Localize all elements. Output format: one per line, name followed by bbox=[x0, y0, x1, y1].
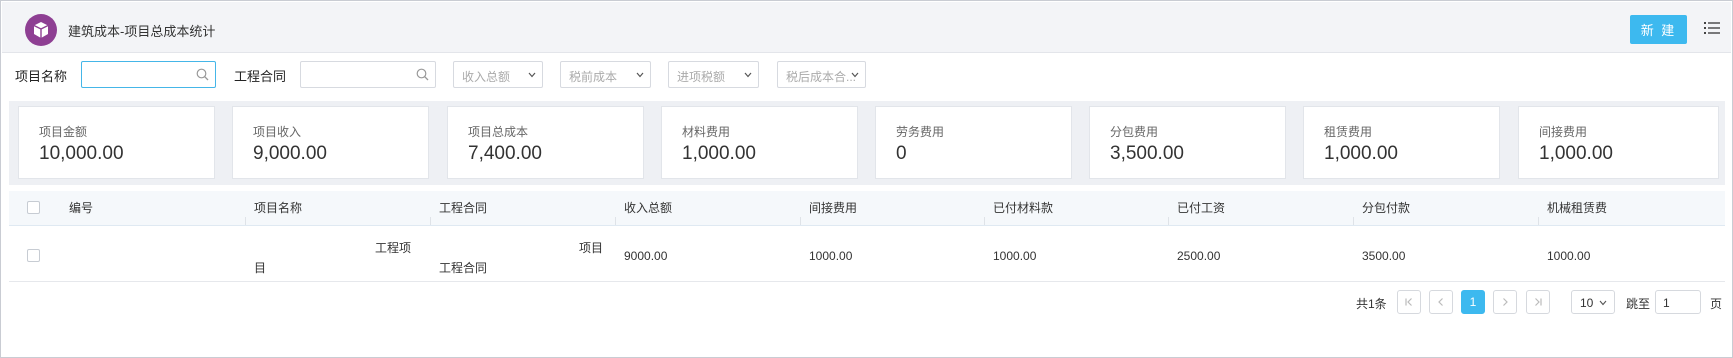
cell-contract-wrap: 工程合同 bbox=[439, 261, 488, 275]
search-icon[interactable] bbox=[416, 68, 429, 81]
chevron-left-icon bbox=[1438, 298, 1443, 306]
column-header: 已付材料款 bbox=[993, 201, 1054, 215]
column-divider[interactable] bbox=[1168, 217, 1169, 225]
card-project-income: 项目收入 9,000.00 bbox=[232, 106, 429, 179]
column-header: 已付工资 bbox=[1177, 201, 1226, 215]
contract-input[interactable] bbox=[300, 61, 436, 88]
column-header: 收入总额 bbox=[624, 201, 673, 215]
chevron-down-icon bbox=[744, 72, 752, 78]
column-header: 机械租赁费 bbox=[1547, 201, 1608, 215]
page-title: 建筑成本-项目总成本统计 bbox=[68, 24, 216, 39]
card-labor-cost: 劳务费用 0 bbox=[875, 106, 1072, 179]
pretax-cost-select[interactable]: 税前成本 bbox=[560, 61, 651, 88]
app-window: 建筑成本-项目总成本统计 新 建 项目名称 工程合同 收入总额 税前成本 进项税… bbox=[0, 0, 1733, 358]
column-divider[interactable] bbox=[1538, 217, 1539, 225]
card-rental-cost: 租赁费用 1,000.00 bbox=[1303, 106, 1500, 179]
cell-machine-rent: 1000.00 bbox=[1547, 249, 1591, 263]
cell-subcontract-paid: 3500.00 bbox=[1362, 249, 1406, 263]
last-page-icon bbox=[1535, 298, 1542, 306]
total-count: 共1条 bbox=[1356, 297, 1387, 311]
contract-label: 工程合同 bbox=[234, 69, 287, 84]
chevron-right-icon bbox=[1503, 298, 1508, 306]
cell-indirect: 1000.00 bbox=[809, 249, 853, 263]
page-header: 建筑成本-项目总成本统计 新 建 bbox=[2, 2, 1731, 53]
last-page-button[interactable] bbox=[1526, 290, 1550, 314]
prev-page-button[interactable] bbox=[1429, 290, 1453, 314]
chevron-down-icon bbox=[851, 72, 859, 78]
jump-label: 跳至 bbox=[1626, 297, 1651, 311]
column-divider[interactable] bbox=[430, 217, 431, 225]
search-icon[interactable] bbox=[196, 68, 209, 81]
page-number-button[interactable]: 1 bbox=[1461, 290, 1485, 314]
column-divider[interactable] bbox=[615, 217, 616, 225]
input-tax-select[interactable]: 进项税额 bbox=[668, 61, 759, 88]
list-icon[interactable] bbox=[1704, 21, 1720, 35]
cell-project-name-wrap: 目 bbox=[254, 261, 267, 275]
column-header: 工程合同 bbox=[439, 201, 488, 215]
column-divider[interactable] bbox=[800, 217, 801, 225]
cell-material-paid: 1000.00 bbox=[993, 249, 1037, 263]
chevron-down-icon bbox=[636, 72, 644, 78]
new-button[interactable]: 新 建 bbox=[1630, 15, 1687, 44]
card-project-amount: 项目金额 10,000.00 bbox=[18, 106, 215, 179]
chevron-down-icon bbox=[528, 72, 536, 78]
first-page-icon bbox=[1405, 298, 1412, 306]
card-subcontract-cost: 分包费用 3,500.00 bbox=[1089, 106, 1286, 179]
cell-wages-paid: 2500.00 bbox=[1177, 249, 1221, 263]
column-header: 间接费用 bbox=[809, 201, 858, 215]
select-all-checkbox[interactable] bbox=[27, 201, 40, 214]
next-page-button[interactable] bbox=[1493, 290, 1517, 314]
card-material-cost: 材料费用 1,000.00 bbox=[661, 106, 858, 179]
jump-page-input[interactable]: 1 bbox=[1655, 290, 1701, 314]
column-divider[interactable] bbox=[245, 217, 246, 225]
card-total-cost: 项目总成本 7,400.00 bbox=[447, 106, 644, 179]
chevron-down-icon bbox=[1599, 300, 1607, 306]
cell-project-name: 工程项 bbox=[375, 241, 412, 255]
column-header: 项目名称 bbox=[254, 201, 303, 215]
aftertax-cost-select[interactable]: 税后成本合... bbox=[777, 61, 866, 88]
box-icon bbox=[25, 14, 57, 46]
column-header: 分包付款 bbox=[1362, 201, 1411, 215]
cell-contract: 项目 bbox=[579, 241, 604, 255]
column-header: 编号 bbox=[69, 201, 94, 215]
page-size-select[interactable]: 10 bbox=[1571, 290, 1615, 314]
page-unit-label: 页 bbox=[1710, 297, 1723, 311]
project-name-label: 项目名称 bbox=[15, 69, 68, 84]
row-divider bbox=[9, 281, 1725, 282]
first-page-button[interactable] bbox=[1397, 290, 1421, 314]
column-divider[interactable] bbox=[1353, 217, 1354, 225]
column-divider[interactable] bbox=[984, 217, 985, 225]
row-checkbox[interactable] bbox=[27, 249, 40, 262]
card-indirect-cost: 间接费用 1,000.00 bbox=[1518, 106, 1719, 179]
cell-income: 9000.00 bbox=[624, 249, 668, 263]
income-total-select[interactable]: 收入总额 bbox=[453, 61, 543, 88]
project-name-input[interactable] bbox=[81, 61, 216, 88]
